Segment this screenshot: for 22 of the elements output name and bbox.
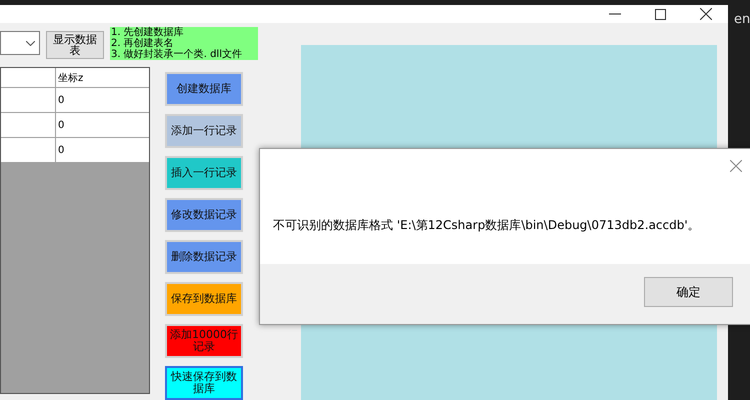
background-window-title: en bbox=[734, 12, 750, 27]
chevron-down-icon bbox=[26, 40, 35, 46]
instructions-note: 1. 先创建数据库 2. 再创建表名 3. 做好封装承一个类. dll文件 bbox=[110, 27, 258, 60]
action-button[interactable]: 保存到数据库 bbox=[165, 282, 243, 316]
action-button[interactable]: 创建数据库 bbox=[165, 72, 243, 106]
action-button[interactable]: 快速保存到数据库 bbox=[165, 366, 243, 400]
column-header: 坐标z bbox=[58, 72, 84, 84]
table-cell: 0 bbox=[58, 144, 64, 156]
table-cell: 0 bbox=[58, 94, 64, 106]
table-cell: 0 bbox=[58, 120, 64, 130]
action-button[interactable]: 插入一行记录 bbox=[165, 156, 243, 190]
show-table-button[interactable]: 显示数据表 bbox=[46, 31, 104, 59]
dropdown-field[interactable] bbox=[0, 31, 40, 55]
action-button[interactable]: 删除数据记录 bbox=[165, 240, 243, 274]
action-button[interactable]: 添加10000行记录 bbox=[165, 324, 243, 358]
ok-button[interactable]: 确定 bbox=[644, 277, 733, 307]
error-message: 不可识别的数据库格式 'E:\第12Csharp数据库\bin\Debug\0713db2.accdb'。 bbox=[273, 217, 700, 234]
close-icon[interactable] bbox=[700, 8, 712, 20]
maximize-icon[interactable] bbox=[655, 8, 666, 20]
action-button[interactable]: 修改数据记录 bbox=[165, 198, 243, 232]
action-button[interactable]: 添加一行记录 bbox=[165, 114, 243, 148]
minimize-icon[interactable] bbox=[609, 13, 621, 15]
